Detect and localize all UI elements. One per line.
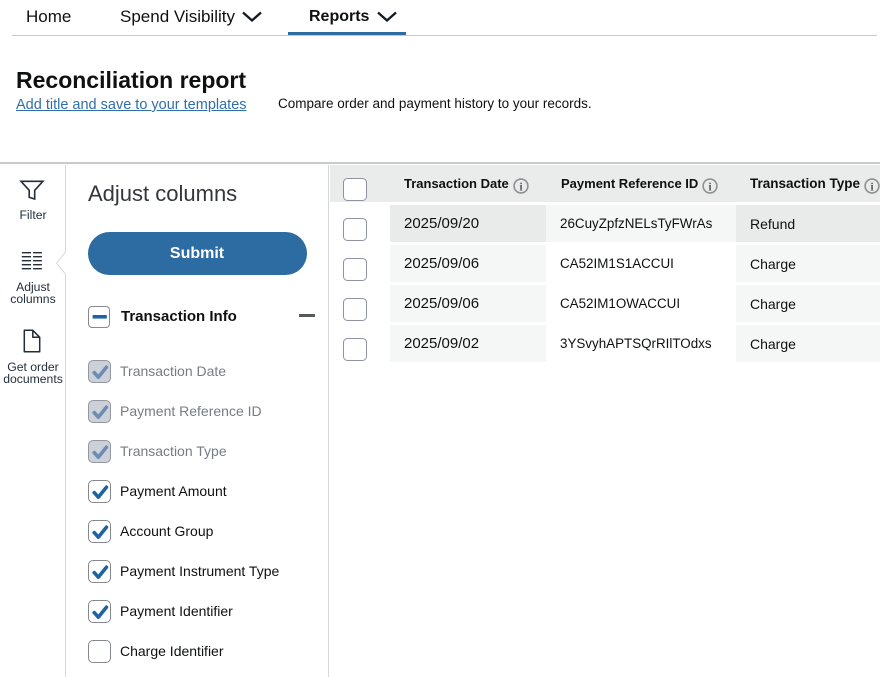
svg-text:i: i <box>870 179 874 193</box>
svg-text:i: i <box>519 179 523 193</box>
svg-text:i: i <box>709 179 713 193</box>
